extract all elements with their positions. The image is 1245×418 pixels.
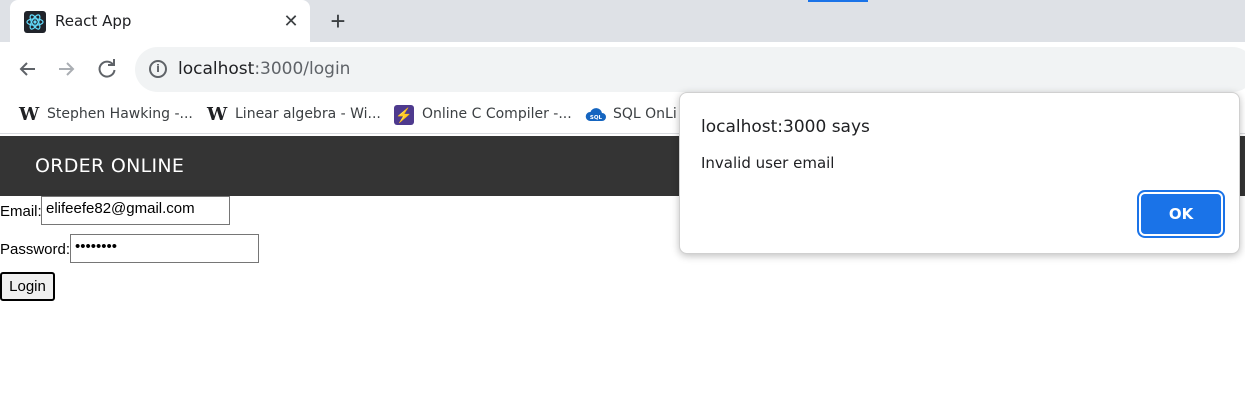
tab-strip-accent xyxy=(808,0,868,2)
dialog-title: localhost:3000 says xyxy=(701,117,870,137)
svg-text:SQL: SQL xyxy=(590,115,603,121)
login-button[interactable]: Login xyxy=(0,272,55,301)
wikipedia-icon: W xyxy=(207,104,228,125)
info-icon[interactable]: i xyxy=(149,60,167,78)
password-label: Password: xyxy=(0,241,71,258)
email-label: Email: xyxy=(0,203,42,220)
alert-dialog: localhost:3000 says Invalid user email O… xyxy=(679,92,1240,254)
bolt-icon: ⚡ xyxy=(394,105,414,125)
reload-icon[interactable] xyxy=(93,55,121,83)
close-icon[interactable]: ✕ xyxy=(280,10,302,32)
browser-tab[interactable]: React App ✕ xyxy=(10,0,310,42)
url-text[interactable]: localhost:3000/login xyxy=(178,59,350,79)
site-brand[interactable]: ORDER ONLINE xyxy=(35,155,184,177)
url-host: localhost xyxy=(178,59,255,79)
bookmark-label: SQL OnLi xyxy=(613,106,677,122)
bookmark-label: Online C Compiler -... xyxy=(422,106,572,122)
bookmark-label: Linear algebra - Wi... xyxy=(235,106,381,122)
sql-cloud-icon: SQL xyxy=(585,105,606,125)
email-field[interactable]: elifeefe82@gmail.com xyxy=(41,196,230,225)
arrow-left-icon[interactable] xyxy=(13,55,41,83)
bookmark-label: Stephen Hawking -... xyxy=(47,106,193,122)
ok-button[interactable]: OK xyxy=(1141,194,1221,234)
dialog-message: Invalid user email xyxy=(701,154,835,172)
plus-icon[interactable]: + xyxy=(324,8,352,36)
react-logo-icon xyxy=(24,11,46,33)
arrow-right-icon[interactable] xyxy=(53,55,81,83)
password-field[interactable]: •••••••• xyxy=(70,234,259,263)
address-bar[interactable]: i localhost:3000/login xyxy=(135,47,1245,92)
browser-tab-strip: React App ✕ + xyxy=(0,0,1245,42)
url-path: :3000/login xyxy=(254,59,351,79)
wikipedia-icon: W xyxy=(19,104,40,125)
browser-toolbar: i localhost:3000/login xyxy=(0,42,1245,96)
tab-title: React App xyxy=(55,12,132,30)
